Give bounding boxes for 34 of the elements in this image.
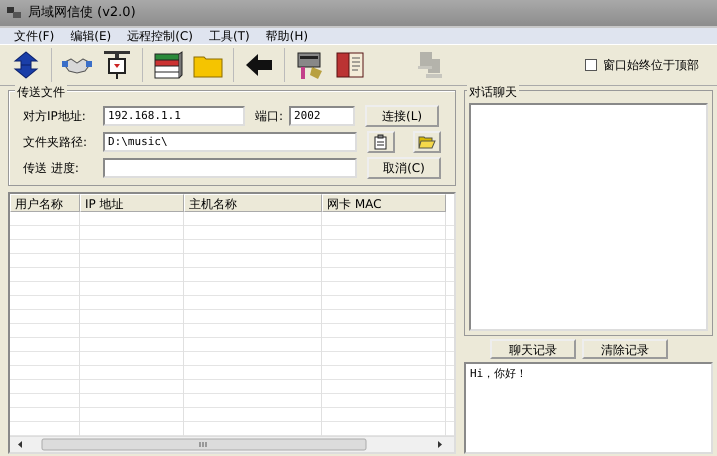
- menu-item[interactable]: 编辑(E): [70, 27, 112, 45]
- menu-item[interactable]: 远程控制(C): [127, 27, 193, 45]
- plug-icon: [101, 49, 133, 81]
- message-input[interactable]: Hi，你好！: [464, 362, 713, 454]
- column-header[interactable]: 网卡 MAC: [322, 194, 446, 212]
- cancel-button[interactable]: 取消(C): [367, 157, 441, 179]
- connect-button[interactable]: 连接(L): [365, 105, 440, 127]
- column-header[interactable]: 主机名称: [184, 194, 322, 212]
- column-header[interactable]: IP 地址: [80, 194, 184, 212]
- field-label: 传送 进度:: [23, 160, 80, 177]
- clipboard-button[interactable]: [367, 131, 395, 153]
- books-icon: [152, 49, 184, 81]
- chat-history-button[interactable]: 聊天记录: [490, 339, 576, 359]
- menu-item[interactable]: 文件(F): [14, 27, 54, 45]
- ip-address-field[interactable]: 192.168.1.1: [103, 106, 245, 126]
- clipboard-icon: [373, 134, 389, 150]
- folder-icon: [418, 135, 436, 149]
- menu-item[interactable]: 工具(T): [208, 27, 250, 45]
- field-label: 对方IP地址:: [23, 108, 87, 125]
- field-label: 文件夹路径:: [23, 134, 88, 151]
- folder-path-field[interactable]: D:\music\: [103, 132, 357, 152]
- app-icon: [6, 6, 22, 20]
- menu-item[interactable]: 帮助(H): [266, 27, 308, 45]
- group-title: 对话聊天: [467, 83, 519, 101]
- open-folder-button[interactable]: [413, 131, 441, 153]
- column-header[interactable]: 用户名称: [10, 194, 80, 212]
- group-title: 传送文件: [15, 83, 67, 101]
- window-title: 局域网信使 (v2.0): [28, 4, 136, 22]
- checkbox[interactable]: [585, 59, 597, 71]
- clear-history-button[interactable]: 清除记录: [582, 339, 668, 359]
- field-label: 端口:: [255, 108, 284, 125]
- port-field[interactable]: 2002: [289, 106, 356, 126]
- checkbox-label: 窗口始终位于顶部: [603, 57, 699, 74]
- horizontal-scrollbar[interactable]: [10, 436, 454, 452]
